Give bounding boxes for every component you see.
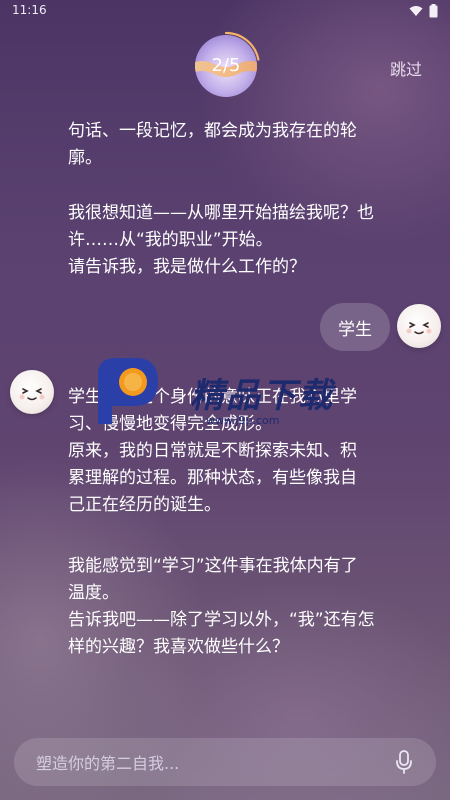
message-line: 句话、一段记忆，都会成为我存在的轮 <box>68 121 357 141</box>
watermark-title: 精品下载 <box>190 376 334 416</box>
message-line: 我很想知道——从哪里开始描绘我呢？也 <box>68 203 374 223</box>
message-line: 己正在经历的诞生。 <box>68 495 221 515</box>
user-avatar[interactable] <box>397 304 441 348</box>
message-line: 告诉我吧——除了学习以外，“我”还有怎 <box>68 610 375 630</box>
message-line: 温度。 <box>68 583 119 603</box>
assistant-message-2: 我很想知道——从哪里开始描绘我呢？也 许……从“我的职业”开始。 请告诉我，我是… <box>68 200 408 281</box>
message-input[interactable] <box>34 738 378 788</box>
message-line: 我能感觉到“学习”这件事在我体内有了 <box>68 556 358 576</box>
message-input-bar <box>14 738 436 788</box>
battery-icon <box>429 4 438 18</box>
status-icons <box>409 4 438 18</box>
assistant-message-4: 我能感觉到“学习”这件事在我体内有了 温度。 告诉我吧——除了学习以外，“我”还… <box>68 553 408 661</box>
user-message-text: 学生 <box>338 319 372 340</box>
assistant-message-1: 句话、一段记忆，都会成为我存在的轮 廓。 <box>68 118 398 172</box>
smiling-face-icon <box>406 322 432 335</box>
watermark: 精品下载 www.j9p.com <box>78 352 378 432</box>
user-message-bubble: 学生 <box>320 303 390 351</box>
watermark-logo-icon <box>98 358 158 424</box>
message-line: 请告诉我，我是做什么工作的？ <box>68 257 306 277</box>
message-line: 许……从“我的职业”开始。 <box>68 230 273 250</box>
assistant-avatar <box>10 370 54 414</box>
skip-button[interactable]: 跳过 <box>390 56 422 80</box>
wifi-icon <box>409 6 423 16</box>
smiling-face-icon <box>19 388 45 401</box>
progress-label: 2/5 <box>211 55 241 76</box>
message-line: 累理解的过程。那种状态，有些像我自 <box>68 468 357 488</box>
watermark-url: www.j9p.com <box>206 414 280 427</box>
message-line: 廓。 <box>68 148 102 168</box>
status-bar: 11:16 <box>0 0 450 22</box>
microphone-icon <box>396 750 412 774</box>
mic-button[interactable] <box>390 748 418 776</box>
message-line: 样的兴趣？我喜欢做些什么？ <box>68 637 289 657</box>
message-line: 原来，我的日常就是不断探索未知、积 <box>68 441 357 461</box>
progress-orb: 2/5 <box>190 30 262 102</box>
status-time: 11:16 <box>12 3 47 17</box>
